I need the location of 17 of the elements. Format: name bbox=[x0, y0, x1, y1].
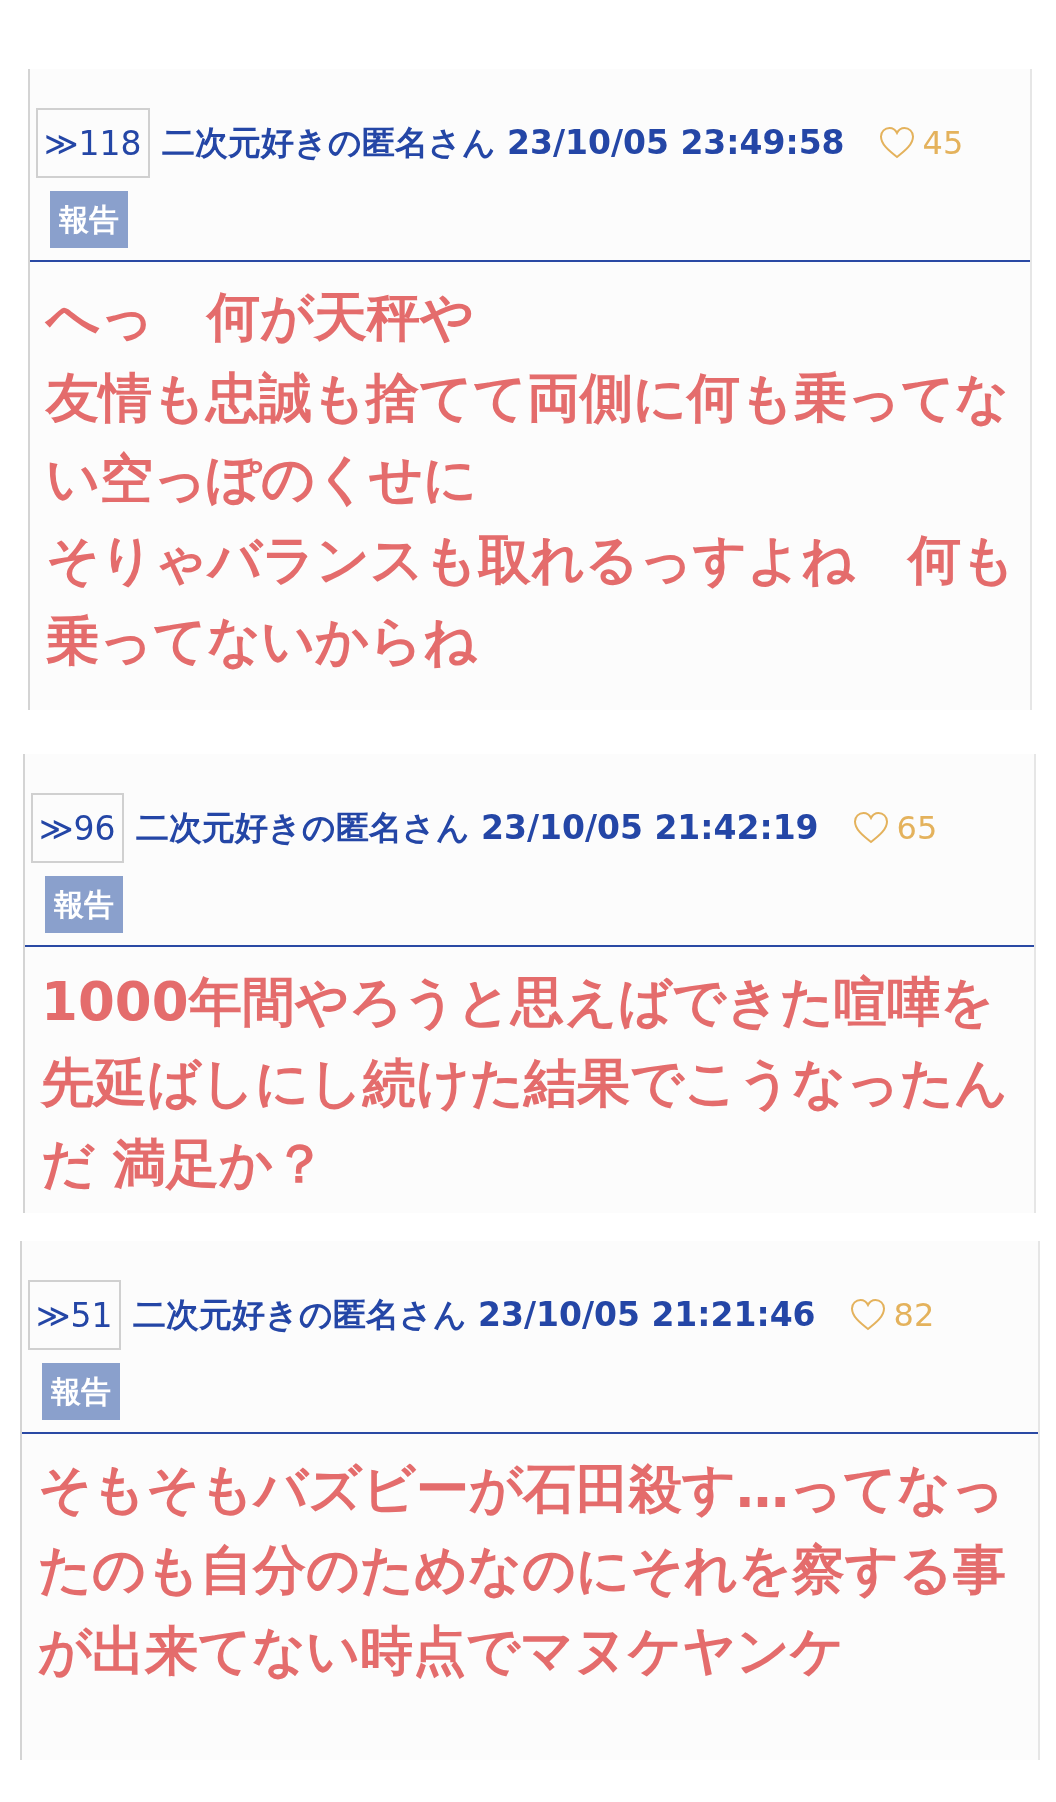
reply-number-link[interactable]: ≫118 bbox=[36, 108, 150, 178]
post-text: 友情も忠誠も捨てて両側に何も乗ってない空っぽのくせに bbox=[46, 366, 1010, 511]
post-text: へっ 何が天秤や bbox=[46, 285, 475, 349]
heart-icon[interactable] bbox=[849, 1298, 886, 1332]
post-text: そりゃバランスも取れるっすよね 何も乗ってないからね bbox=[46, 528, 1016, 673]
like-count: 65 bbox=[896, 809, 938, 847]
like-count: 45 bbox=[922, 124, 964, 162]
heart-icon[interactable] bbox=[852, 811, 889, 845]
like-count: 82 bbox=[893, 1296, 935, 1334]
heart-icon[interactable] bbox=[878, 126, 915, 160]
reply-number-link[interactable]: ≫96 bbox=[31, 793, 124, 863]
post-text: そもそもバズビーが石田殺す…ってなったのも自分のためなのにそれを察する事が出来てない時点でマヌケヤンケ bbox=[38, 1457, 1007, 1683]
post-text: 1000年間やろうと思えばできた喧嘩を先延ばしにし続けた結果でこうなったんだ 満足か？ bbox=[41, 970, 1009, 1196]
post-meta: 二次元好きの匿名さん 23/10/05 21:21:46 bbox=[132, 1293, 816, 1336]
reply-number-link[interactable]: ≫51 bbox=[28, 1280, 121, 1350]
post-meta: 二次元好きの匿名さん 23/10/05 21:42:19 bbox=[135, 806, 819, 849]
post-meta: 二次元好きの匿名さん 23/10/05 23:49:58 bbox=[161, 121, 845, 164]
